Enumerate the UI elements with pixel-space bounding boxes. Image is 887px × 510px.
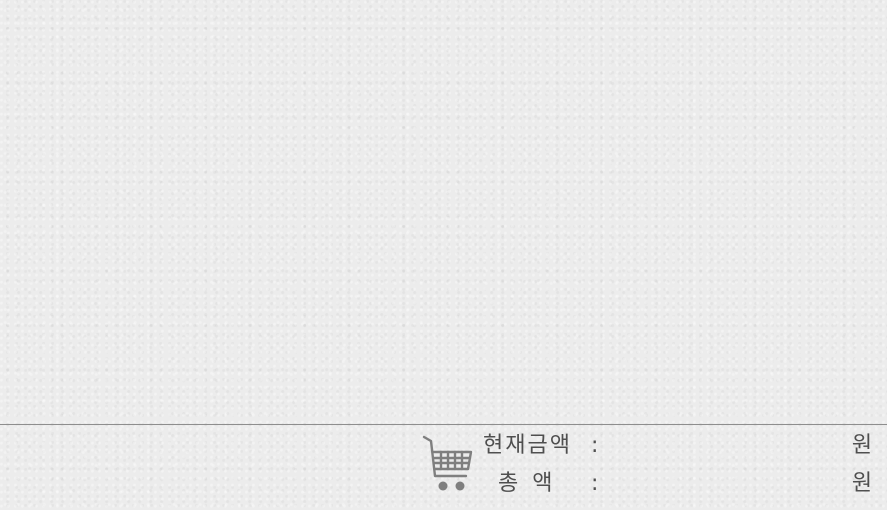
total-amount-unit: 원: [851, 471, 873, 496]
current-amount-unit: 원: [851, 433, 873, 458]
current-amount-label: 현재금액: [483, 433, 572, 458]
shopping-cart-icon: [422, 435, 473, 491]
current-amount-colon: :: [591, 433, 599, 458]
main-content-area: [0, 0, 887, 424]
total-amount-label: 총액: [498, 471, 567, 496]
total-amount-colon: :: [591, 471, 599, 496]
order-summary-bar: 현재금액 : 원 총액 : 원: [0, 424, 887, 510]
